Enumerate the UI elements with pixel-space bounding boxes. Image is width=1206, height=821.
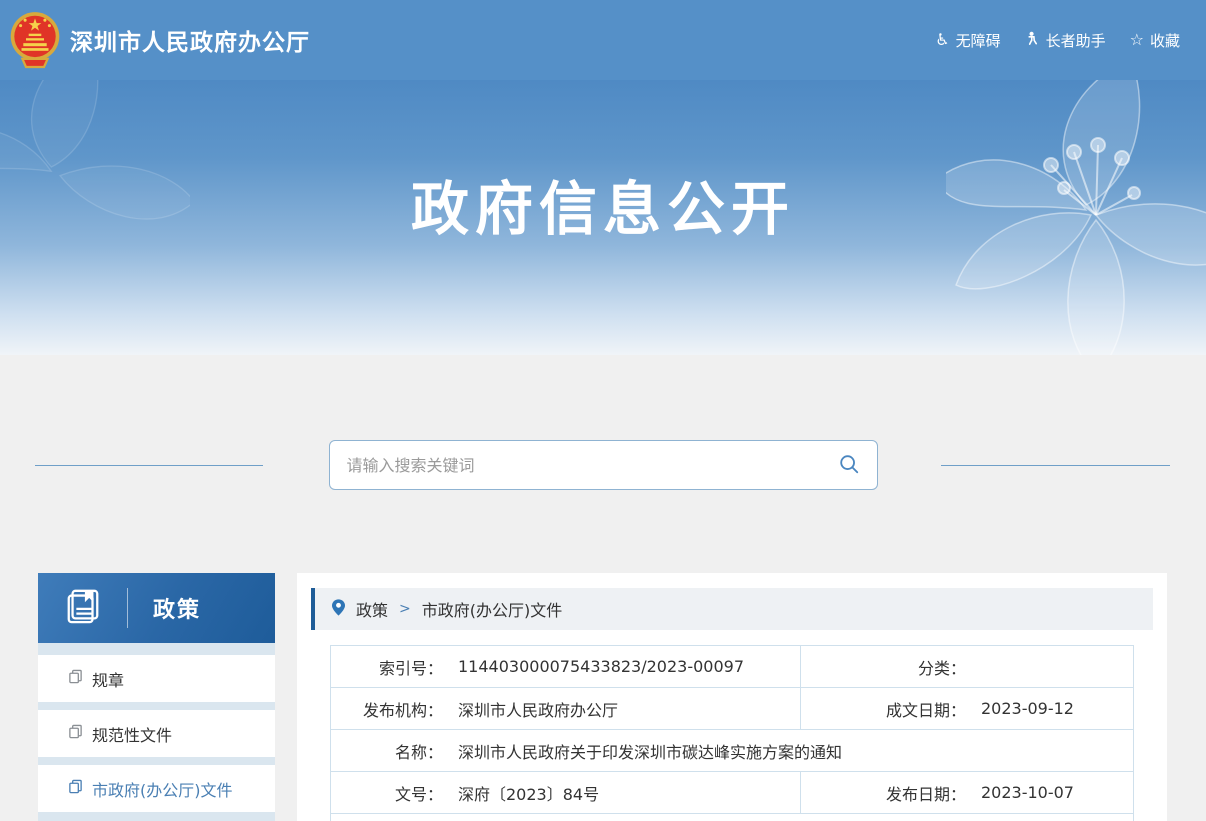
sidebar-item-normative-documents[interactable]: 规范性文件 <box>38 710 275 757</box>
table-row: 文号： 深府〔2023〕84号 发布日期： 2023-10-07 <box>331 772 1134 814</box>
search-box <box>329 440 878 490</box>
document-name-value: 深圳市人民政府关于印发深圳市碳达峰实施方案的通知 <box>458 739 842 763</box>
magnifier-icon <box>838 453 860 478</box>
divider-line-right <box>941 465 1170 466</box>
document-metadata-table: 索引号： 114403000075433823/2023-00097 分类： 发… <box>330 645 1134 821</box>
issuing-agency-value: 深圳市人民政府办公厅 <box>458 697 618 721</box>
site-title: 深圳市人民政府办公厅 <box>70 23 310 57</box>
search-input[interactable] <box>347 456 838 475</box>
publish-date-label: 发布日期： <box>801 781 966 805</box>
content-panel: 政策 > 市政府(办公厅)文件 索引号： 114403000075433823/… <box>297 573 1167 821</box>
search-section <box>0 440 1206 490</box>
issuing-agency-label: 发布机构： <box>331 697 443 721</box>
search-button[interactable] <box>838 453 860 478</box>
table-row: 名称： 深圳市人民政府关于印发深圳市碳达峰实施方案的通知 <box>331 730 1134 772</box>
table-row-stub <box>331 814 1134 821</box>
person-icon <box>1025 31 1040 50</box>
written-date-label: 成文日期： <box>801 697 966 721</box>
document-number-label: 文号： <box>331 781 443 805</box>
breadcrumb-item-current[interactable]: 市政府(办公厅)文件 <box>422 597 563 621</box>
index-number-value: 114403000075433823/2023-00097 <box>458 657 744 676</box>
publish-date-value: 2023-10-07 <box>981 783 1074 802</box>
index-number-label: 索引号： <box>331 655 443 679</box>
wheelchair-icon: ♿ <box>935 32 949 48</box>
table-row: 索引号： 114403000075433823/2023-00097 分类： <box>331 646 1134 688</box>
sidebar: 政策 规章 规范性文件 <box>38 573 275 821</box>
document-name-label: 名称： <box>331 739 443 763</box>
sidebar-item-municipal-documents[interactable]: 市政府(办公厅)文件 <box>38 765 275 812</box>
divider-line-left <box>35 465 263 466</box>
document-icon <box>68 779 83 798</box>
main-area: 政策 规章 规范性文件 <box>0 573 1206 821</box>
document-icon <box>68 669 83 688</box>
breadcrumb-separator: > <box>399 601 411 617</box>
header-links: ♿ 无障碍 长者助手 ☆ 收藏 <box>935 30 1180 51</box>
favorite-link[interactable]: ☆ 收藏 <box>1130 30 1180 51</box>
accessibility-link[interactable]: ♿ 无障碍 <box>935 30 1000 51</box>
document-icon <box>68 724 83 743</box>
table-row: 发布机构： 深圳市人民政府办公厅 成文日期： 2023-09-12 <box>331 688 1134 730</box>
category-label: 分类： <box>801 655 966 679</box>
book-icon <box>64 587 102 629</box>
breadcrumb: 政策 > 市政府(办公厅)文件 <box>311 588 1153 630</box>
top-header: 深圳市人民政府办公厅 ♿ 无障碍 长者助手 ☆ 收藏 <box>0 0 1206 80</box>
sidebar-header: 政策 <box>38 573 275 643</box>
banner: 政府信息公开 <box>0 80 1206 355</box>
star-outline-icon: ☆ <box>1130 32 1144 48</box>
elder-assist-link[interactable]: 长者助手 <box>1025 30 1106 51</box>
sidebar-item-regulations[interactable]: 规章 <box>38 655 275 702</box>
sidebar-items: 规章 规范性文件 市政府(办公厅)文件 <box>38 643 275 812</box>
location-pin-icon <box>332 599 345 620</box>
sidebar-title: 政策 <box>153 592 201 624</box>
document-number-value: 深府〔2023〕84号 <box>458 781 599 805</box>
vertical-divider <box>127 588 128 628</box>
sidebar-item-label: 规范性文件 <box>92 722 172 746</box>
page-title: 政府信息公开 <box>0 80 1206 246</box>
breadcrumb-item-policy[interactable]: 政策 <box>356 597 388 621</box>
sidebar-item-label: 规章 <box>92 667 124 691</box>
national-emblem-icon <box>8 10 62 70</box>
written-date-value: 2023-09-12 <box>981 699 1074 718</box>
sidebar-item-label: 市政府(办公厅)文件 <box>92 777 233 801</box>
